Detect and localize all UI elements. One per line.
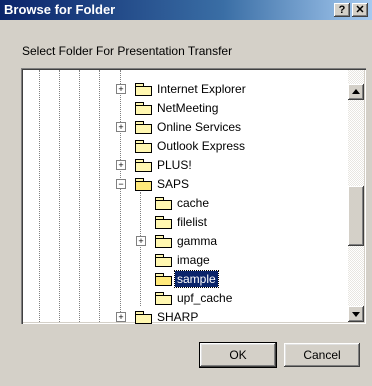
tree-item-label: PLUS! xyxy=(157,158,192,172)
folder-icon xyxy=(155,254,172,267)
folder-icon xyxy=(135,121,152,134)
tree-item-saps[interactable]: − SAPS xyxy=(21,175,348,193)
tree-item-online-services[interactable]: + Online Services xyxy=(21,118,348,136)
arrow-up-icon xyxy=(352,89,360,94)
tree-item-label: Online Services xyxy=(157,120,242,134)
collapse-icon[interactable]: − xyxy=(116,179,126,189)
window-title: Browse for Folder xyxy=(4,2,116,17)
tree-item-filelist[interactable]: filelist xyxy=(21,213,348,231)
open-folder-icon xyxy=(135,178,152,191)
folder-tree[interactable]: + Internet Explorer NetMeeting + Online … xyxy=(21,68,366,324)
expand-icon[interactable]: + xyxy=(136,236,146,246)
expand-icon[interactable]: + xyxy=(116,312,126,322)
expand-icon[interactable]: + xyxy=(116,122,126,132)
tree-item-label: filelist xyxy=(177,215,208,229)
tree-item-label: cache xyxy=(177,196,210,210)
ok-button[interactable]: OK xyxy=(199,342,277,368)
folder-icon xyxy=(135,311,152,324)
tree-item-cache[interactable]: cache xyxy=(21,194,348,212)
tree-item-sample[interactable]: sample xyxy=(21,270,348,288)
vertical-scrollbar[interactable] xyxy=(348,70,364,322)
tree-item-label: NetMeeting xyxy=(157,101,219,115)
folder-icon xyxy=(155,216,172,229)
tree-item-image[interactable]: image xyxy=(21,251,348,269)
folder-icon xyxy=(155,197,172,210)
prompt-text: Select Folder For Presentation Transfer xyxy=(22,44,233,58)
tree-item-label: gamma xyxy=(177,234,218,248)
expand-icon[interactable]: + xyxy=(116,160,126,170)
arrow-down-icon xyxy=(352,312,360,317)
folder-icon xyxy=(135,102,152,115)
scroll-down-button[interactable] xyxy=(348,306,364,322)
expand-icon[interactable]: + xyxy=(116,84,126,94)
title-bar[interactable]: Browse for Folder ? ✕ xyxy=(0,0,372,20)
cancel-button[interactable]: Cancel xyxy=(284,343,360,367)
browse-folder-dialog: Browse for Folder ? ✕ Select Folder For … xyxy=(0,0,372,386)
tree-item-label: SHARP xyxy=(157,310,199,324)
tree-item-upf-cache[interactable]: upf_cache xyxy=(21,289,348,307)
help-button[interactable]: ? xyxy=(334,3,350,17)
folder-icon xyxy=(155,292,172,305)
tree-item-label-selected: sample xyxy=(174,270,219,288)
open-folder-icon xyxy=(155,273,172,286)
tree-item-sharp[interactable]: + SHARP xyxy=(21,308,348,324)
tree-item-internet-explorer[interactable]: + Internet Explorer xyxy=(21,80,348,98)
tree-item-label: upf_cache xyxy=(177,291,233,305)
tree-item-netmeeting[interactable]: NetMeeting xyxy=(21,99,348,117)
tree-item-gamma[interactable]: + gamma xyxy=(21,232,348,250)
tree-item-plus[interactable]: + PLUS! xyxy=(21,156,348,174)
scroll-up-button[interactable] xyxy=(348,84,364,100)
tree-item-label: SAPS xyxy=(157,177,190,191)
scroll-thumb[interactable] xyxy=(348,186,364,246)
folder-icon xyxy=(155,235,172,248)
folder-icon xyxy=(135,140,152,153)
folder-icon xyxy=(135,83,152,96)
tree-item-label: Outlook Express xyxy=(157,139,246,153)
tree-item-outlook-express[interactable]: Outlook Express xyxy=(21,137,348,155)
tree-item-label: image xyxy=(177,253,210,267)
close-button[interactable]: ✕ xyxy=(352,3,368,17)
folder-icon xyxy=(135,159,152,172)
tree-item-label: Internet Explorer xyxy=(157,82,246,96)
